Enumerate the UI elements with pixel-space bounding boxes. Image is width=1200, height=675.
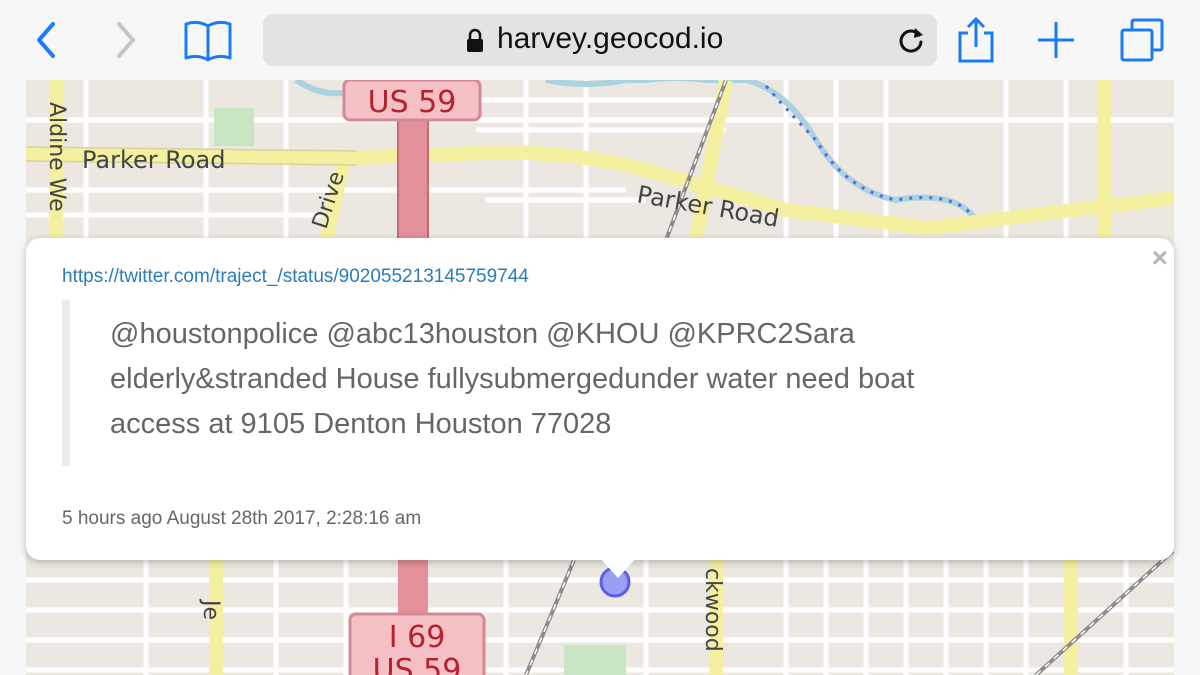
forward-button[interactable] bbox=[100, 14, 152, 66]
tweet-line: elderly&stranded House fullysubmergedund… bbox=[110, 363, 915, 395]
bookmarks-button[interactable] bbox=[182, 14, 234, 66]
tweet-link[interactable]: https://twitter.com/traject_/status/9020… bbox=[62, 266, 529, 288]
left-margin bbox=[0, 80, 26, 675]
share-button[interactable] bbox=[950, 14, 1002, 66]
i69-shield-label: I 69 bbox=[389, 620, 446, 655]
popup-tip bbox=[600, 558, 636, 578]
book-icon bbox=[184, 20, 232, 62]
back-button[interactable] bbox=[20, 14, 72, 66]
tweet-line: @houstonpolice @abc13houston @KHOU @KPRC… bbox=[110, 318, 855, 350]
close-icon[interactable]: × bbox=[1152, 244, 1168, 272]
plus-icon bbox=[1038, 22, 1074, 58]
share-icon bbox=[958, 16, 994, 63]
new-tab-button[interactable] bbox=[1030, 14, 1082, 66]
lock-icon bbox=[467, 28, 483, 52]
right-margin bbox=[1174, 80, 1200, 675]
chevron-right-icon bbox=[117, 22, 135, 58]
address-bar[interactable]: harvey.geocod.io bbox=[263, 14, 937, 66]
lockwood-label: ckwood bbox=[700, 568, 725, 652]
tweet-timestamp: 5 hours ago August 28th 2017, 2:28:16 am bbox=[62, 508, 422, 529]
tweet-text: @houstonpolice @abc13houston @KHOU @KPRC… bbox=[110, 312, 1050, 447]
tweet-popup: × https://twitter.com/traject_/status/90… bbox=[26, 238, 1174, 578]
tabs-button[interactable] bbox=[1116, 14, 1168, 66]
jensen-label: Je bbox=[198, 598, 223, 620]
url-text: harvey.geocod.io bbox=[497, 22, 724, 55]
chevron-left-icon bbox=[37, 22, 55, 58]
aldine-label: Aldine We bbox=[44, 102, 69, 212]
parker-road-west-label: Parker Road bbox=[82, 146, 226, 174]
browser-toolbar: harvey.geocod.io bbox=[0, 0, 1200, 81]
quote-bar bbox=[62, 300, 70, 466]
tabs-icon bbox=[1120, 18, 1164, 62]
tweet-line: access at 9105 Denton Houston 77028 bbox=[110, 408, 612, 440]
us59-shield-label: US 59 bbox=[368, 85, 457, 120]
us59-shield-bottom-label: US 59 bbox=[373, 653, 462, 675]
reload-icon[interactable] bbox=[895, 24, 927, 56]
